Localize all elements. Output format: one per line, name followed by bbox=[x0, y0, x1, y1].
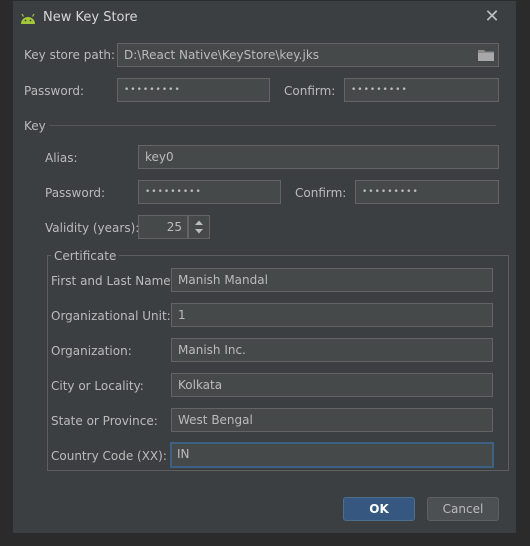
key-confirm-field[interactable]: ••••••••• bbox=[355, 180, 499, 204]
close-button[interactable]: ✕ bbox=[482, 7, 502, 27]
dialog-title: New Key Store bbox=[43, 10, 138, 25]
cancel-button[interactable]: Cancel bbox=[427, 497, 499, 521]
alias-label: Alias: bbox=[45, 151, 78, 165]
organization-label: Organization: bbox=[51, 344, 132, 358]
validity-spinner[interactable] bbox=[188, 215, 210, 239]
org-unit-label: Organizational Unit: bbox=[51, 309, 171, 323]
keystore-confirm-field[interactable]: ••••••••• bbox=[344, 78, 499, 102]
validity-field[interactable]: 25 bbox=[138, 215, 188, 239]
key-password-field[interactable]: ••••••••• bbox=[138, 180, 281, 204]
state-label: State or Province: bbox=[51, 414, 158, 428]
org-unit-field[interactable]: 1 bbox=[171, 303, 493, 327]
keystore-password-field[interactable]: ••••••••• bbox=[117, 78, 270, 102]
organization-field[interactable]: Manish Inc. bbox=[171, 338, 493, 362]
validity-label: Validity (years): bbox=[45, 221, 140, 235]
spinner-arrows-icon[interactable] bbox=[189, 216, 209, 238]
key-password-label: Password: bbox=[45, 186, 106, 200]
certificate-title: Certificate bbox=[51, 249, 120, 263]
title-bar: New Key Store ✕ bbox=[13, 1, 516, 35]
name-label: First and Last Name: bbox=[51, 274, 175, 288]
country-code-field[interactable]: IN bbox=[170, 442, 494, 468]
key-section-divider bbox=[49, 125, 496, 126]
country-code-label: Country Code (XX): bbox=[51, 449, 167, 463]
alias-field[interactable]: key0 bbox=[138, 145, 499, 169]
state-field[interactable]: West Bengal bbox=[171, 408, 493, 432]
city-label: City or Locality: bbox=[51, 379, 144, 393]
keystore-path-value: D:\React Native\KeyStore\key.jks bbox=[124, 48, 320, 62]
folder-icon[interactable] bbox=[478, 49, 494, 61]
key-confirm-label: Confirm: bbox=[295, 186, 347, 200]
android-icon bbox=[21, 13, 35, 24]
ok-button[interactable]: OK bbox=[343, 497, 415, 521]
keystore-password-label: Password: bbox=[24, 84, 85, 98]
name-field[interactable]: Manish Mandal bbox=[171, 268, 493, 292]
keystore-path-label: Key store path: bbox=[24, 48, 116, 62]
new-key-store-dialog: New Key Store ✕ Key store path: D:\React… bbox=[12, 0, 517, 534]
keystore-path-field[interactable]: D:\React Native\KeyStore\key.jks bbox=[117, 43, 499, 67]
city-field[interactable]: Kolkata bbox=[171, 373, 493, 397]
key-section-label: Key bbox=[24, 119, 46, 133]
keystore-confirm-label: Confirm: bbox=[284, 84, 336, 98]
